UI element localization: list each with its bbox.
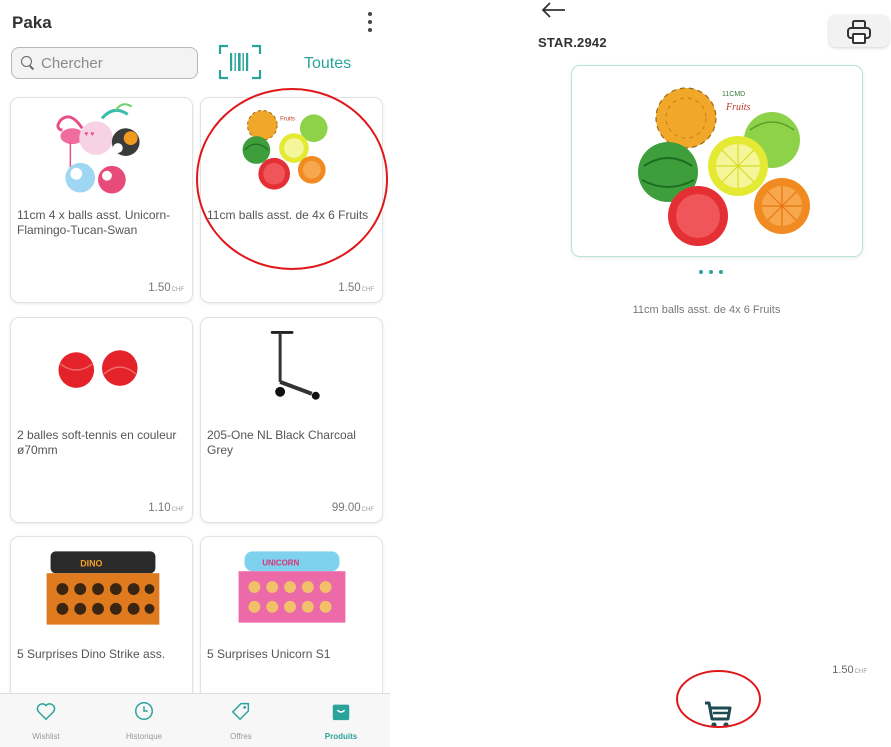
nav-label: Historique [125,732,162,741]
nav-label: Produits [324,732,358,741]
search-bar[interactable] [11,47,198,79]
nav-wishlist[interactable]: Wishlist [6,694,86,747]
svg-text:DINO: DINO [80,558,102,568]
printer-icon [847,20,871,44]
filter-all-button[interactable]: Toutes [304,55,351,73]
product-price: 1.50CHF [832,664,867,676]
svg-text:UNICORN: UNICORN [262,558,299,567]
nav-label: Wishlist [32,732,60,741]
nav-label: Offres [230,732,252,741]
print-button[interactable] [829,15,889,47]
product-card[interactable]: 205-One NL Black Charcoal Grey 99.00CHF [200,317,383,523]
svg-text:♥ ♥: ♥ ♥ [84,131,94,138]
nav-historique[interactable]: Historique [104,694,184,747]
product-detail-screen: STAR.2942 11CMD Fruits 11cm balls asst. … [522,0,891,747]
search-input[interactable] [41,54,191,72]
product-card[interactable]: ♥ ♥ 11cm 4 x balls asst. Unicorn-Flaming… [10,97,193,303]
product-image: 11CMD Fruits [638,87,810,246]
product-name: 205-One NL Black Charcoal Grey [207,428,356,457]
nav-offres[interactable]: Offres [201,694,281,747]
heart-icon [36,703,56,721]
svg-text:Fruits: Fruits [725,102,751,113]
product-image: ♥ ♥ [56,103,140,194]
product-card[interactable]: 2 balles soft-tennis en couleur ø70mm 1.… [10,317,193,523]
barcode-scan-icon[interactable] [218,44,262,80]
product-name: 11cm 4 x balls asst. Unicorn-Flamingo-Tu… [17,208,171,237]
tag-icon [231,702,250,721]
bottom-navigation: Wishlist Historique Offres Produits [0,693,390,747]
product-image: UNICORN [238,551,346,623]
product-price: 1.10CHF [148,502,184,514]
back-arrow-icon[interactable] [539,0,567,20]
more-options-icon[interactable] [362,9,378,35]
highlight-annotation [676,670,761,728]
bag-icon [332,704,350,721]
search-icon [21,56,35,70]
product-sku: STAR.2942 [538,35,607,50]
history-icon [135,702,153,720]
svg-text:11CMD: 11CMD [722,91,745,98]
carousel-indicator[interactable] [699,270,723,274]
product-description: 11cm balls asst. de 4x 6 Fruits [632,304,781,316]
product-image [270,330,320,400]
product-price: 1.50CHF [338,282,374,294]
product-price: 99.00CHF [331,502,374,514]
product-price: 1.50CHF [148,282,184,294]
highlight-annotation [196,88,388,270]
product-name: 5 Surprises Dino Strike ass. [17,647,166,661]
app-title: Paka [12,13,52,32]
product-name: 2 balles soft-tennis en couleur ø70mm [17,428,177,457]
product-image [58,350,138,388]
nav-produits[interactable]: Produits [301,694,381,747]
product-image-carousel[interactable]: 11CMD Fruits [571,65,863,257]
product-name: 5 Surprises Unicorn S1 [207,647,331,661]
product-image: DINO [46,551,160,625]
product-list-screen: Paka Toutes ♥ ♥ [0,0,390,747]
